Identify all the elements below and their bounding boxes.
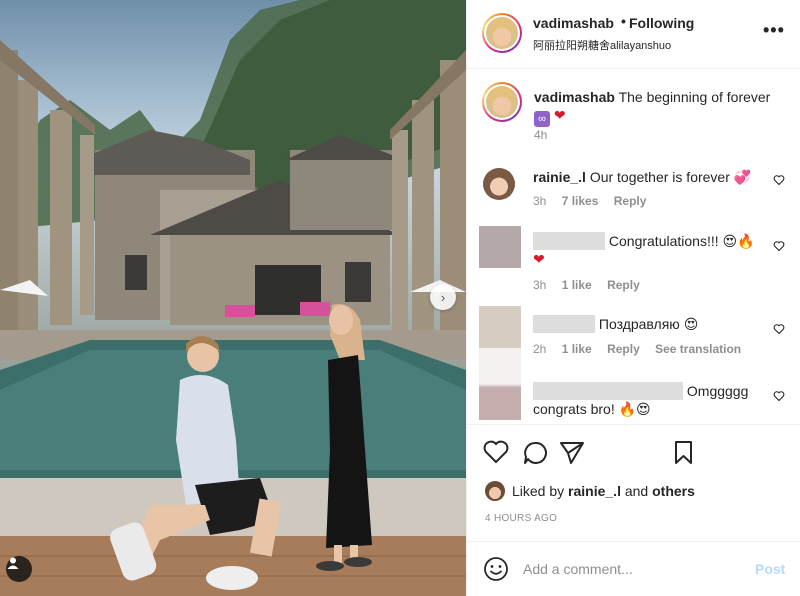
- author-username[interactable]: vadimashab: [533, 15, 614, 31]
- comment-like-heart-icon[interactable]: [773, 174, 785, 189]
- comment-likes[interactable]: 1 like: [562, 278, 592, 292]
- comment-bubble-icon[interactable]: [524, 441, 547, 464]
- carousel-next-button[interactable]: ›: [430, 284, 456, 310]
- infinity-emoji-icon: ∞: [534, 111, 550, 127]
- comment-body: Omggggg: [686, 383, 749, 399]
- comment-likes[interactable]: 7 likes: [562, 194, 599, 208]
- comment-text: Поздравляю 😍: [533, 315, 763, 333]
- like-heart-icon[interactable]: [483, 440, 509, 464]
- emoji-icon: 🔥😍: [618, 401, 651, 417]
- post-header: vadimashab • Following 阿丽拉阳朔糖舍alilayansh…: [467, 0, 800, 69]
- hearts-emoji-icon: 💞: [733, 169, 752, 185]
- comment-body: Congratulations!!!: [608, 233, 719, 249]
- comment-username[interactable]: rainie_.l: [533, 169, 586, 185]
- separator-dot: •: [621, 13, 626, 29]
- comment-likes[interactable]: 1 like: [562, 342, 592, 356]
- likes-prefix: Liked by: [512, 483, 565, 499]
- likes-and: and: [624, 483, 649, 499]
- likes-others-link[interactable]: others: [652, 483, 695, 499]
- post-photo[interactable]: ›: [0, 0, 466, 596]
- comment-time: 3h: [533, 194, 547, 208]
- comment-body-line2: congrats bro!: [533, 401, 615, 417]
- comment-input[interactable]: Add a comment...: [523, 561, 633, 577]
- comment-like-heart-icon[interactable]: [773, 240, 785, 255]
- location-link[interactable]: 阿丽拉阳朔糖舍alilayanshuo: [533, 37, 671, 53]
- see-translation-button[interactable]: See translation: [655, 342, 741, 356]
- tagged-users-button[interactable]: [6, 556, 32, 582]
- comment-text: Congratulations!!! 😍🔥 ❤: [533, 232, 763, 268]
- comment-like-heart-icon[interactable]: [773, 390, 785, 405]
- comment-meta: 2h 1 like Reply See translation: [533, 342, 753, 356]
- redacted-username: [533, 232, 605, 250]
- caption-username[interactable]: vadimashab: [534, 89, 615, 105]
- share-paper-plane-icon[interactable]: [560, 442, 584, 464]
- comment-text: rainie_.l Our together is forever 💞: [533, 168, 751, 186]
- following-button[interactable]: Following: [629, 15, 694, 31]
- caption-text: vadimashab The beginning of forever ∞ ❤: [534, 88, 784, 127]
- liker-avatar[interactable]: [485, 481, 505, 501]
- caption-avatar[interactable]: [482, 82, 522, 122]
- emoji-smiley-icon[interactable]: [483, 556, 509, 582]
- comment-avatar[interactable]: [479, 226, 521, 268]
- reply-button[interactable]: Reply: [614, 194, 647, 208]
- caption-body: The beginning of forever: [618, 89, 771, 105]
- comment-avatar[interactable]: [479, 348, 521, 420]
- chevron-right-icon: ›: [440, 289, 446, 305]
- likes-summary: Liked by rainie_.l and others: [485, 481, 695, 501]
- post-timestamp[interactable]: 4 HOURS AGO: [485, 513, 557, 524]
- emoji-icon: 😍🔥: [722, 233, 755, 249]
- redacted-username: [533, 315, 595, 333]
- comment-text: Omggggg congrats bro! 🔥😍: [533, 382, 763, 418]
- more-dots-icon[interactable]: •••: [763, 20, 785, 41]
- heart-emoji-icon: ❤: [533, 251, 545, 267]
- reply-button[interactable]: Reply: [607, 278, 640, 292]
- comment-meta: 3h 1 like Reply: [533, 278, 652, 292]
- bookmark-icon[interactable]: [675, 441, 692, 464]
- reply-button[interactable]: Reply: [607, 342, 640, 356]
- post-button[interactable]: Post: [755, 561, 785, 577]
- photo-scene: [0, 0, 466, 596]
- redacted-username: [533, 382, 683, 400]
- comment-body: Our together is forever: [589, 169, 730, 185]
- author-avatar[interactable]: [482, 13, 522, 53]
- liker-username[interactable]: rainie_.l: [568, 483, 621, 499]
- heart-emoji-icon: ❤: [553, 107, 566, 123]
- emoji-icon: 😍: [683, 316, 699, 332]
- comment-avatar[interactable]: [479, 306, 521, 348]
- comment-time: 3h: [533, 278, 547, 292]
- post-side-panel: vadimashab • Following 阿丽拉阳朔糖舍alilayansh…: [466, 0, 800, 596]
- comment-meta: 3h 7 likes Reply: [533, 194, 658, 208]
- action-icons: [483, 440, 692, 464]
- user-tag-icon: [7, 557, 19, 569]
- add-comment-bar: Add a comment... Post: [467, 541, 800, 596]
- comment-avatar[interactable]: [483, 168, 515, 200]
- comment-time: 2h: [533, 342, 547, 356]
- comment-body: Поздравляю: [598, 316, 680, 332]
- caption-time: 4h: [534, 128, 548, 142]
- comment-like-heart-icon[interactable]: [773, 323, 785, 338]
